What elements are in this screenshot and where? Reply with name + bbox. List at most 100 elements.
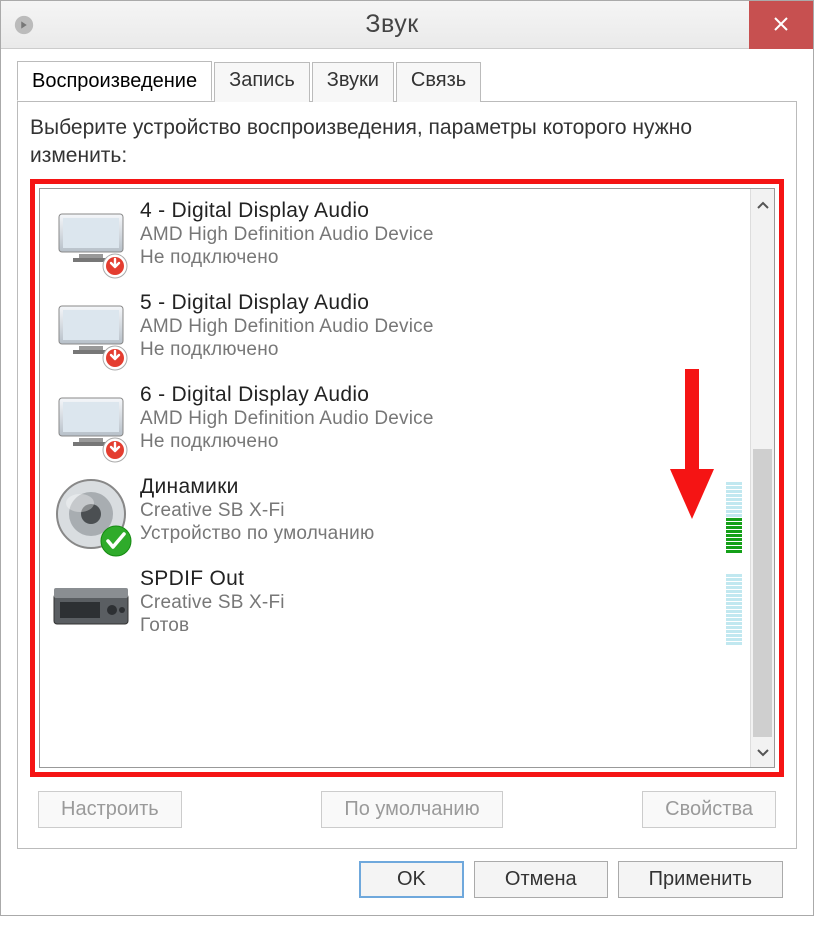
device-driver: Creative SB X-Fi [140,591,720,616]
tab-label: Звуки [327,69,379,91]
device-name: 6 - Digital Display Audio [140,383,744,407]
device-name: 4 - Digital Display Audio [140,199,744,223]
device-driver: Creative SB X-Fi [140,499,720,524]
level-bar [726,618,742,621]
cancel-button[interactable]: Отмена [474,861,608,898]
tab-label: Связь [411,69,466,91]
level-bar [726,546,742,549]
chevron-down-icon [757,744,769,760]
tab-strip: Воспроизведение Запись Звуки Связь [17,61,797,102]
highlight-outline: 4 - Digital Display AudioAMD High Defini… [30,179,784,777]
level-meter [726,567,742,645]
device-list-viewport: 4 - Digital Display AudioAMD High Defini… [40,189,750,767]
level-bar [726,642,742,645]
button-label: OK [397,868,426,890]
level-bar [726,602,742,605]
device-row[interactable]: 4 - Digital Display AudioAMD High Defini… [46,195,744,287]
device-name: Динамики [140,475,720,499]
level-bar [726,482,742,485]
chevron-up-icon [757,196,769,212]
level-bar [726,622,742,625]
scrollbar[interactable] [750,189,774,767]
close-button[interactable] [749,1,813,49]
tab-sounds[interactable]: Звуки [312,62,394,102]
tab-label: Воспроизведение [32,70,197,92]
device-info: SPDIF OutCreative SB X-FiГотов [136,567,720,638]
apply-button[interactable]: Применить [618,861,783,898]
close-icon [773,12,789,38]
level-bar [726,582,742,585]
level-bar [726,610,742,613]
device-row[interactable]: ДинамикиCreative SB X-FiУстройство по ум… [46,471,744,563]
level-bar [726,594,742,597]
button-label: По умолчанию [344,798,479,820]
level-bar [726,574,742,577]
device-status: Устройство по умолчанию [140,523,720,545]
ok-button[interactable]: OK [359,861,464,898]
button-label: Настроить [61,798,159,820]
tab-communications[interactable]: Связь [396,62,481,102]
level-bar [726,550,742,553]
configure-button[interactable]: Настроить [38,791,182,828]
level-bar [726,486,742,489]
dialog-footer: OK Отмена Применить [17,849,797,912]
button-label: Отмена [505,868,577,890]
level-bar [726,638,742,641]
device-driver: AMD High Definition Audio Device [140,407,744,432]
device-row[interactable]: 6 - Digital Display AudioAMD High Defini… [46,379,744,471]
level-bar [726,614,742,617]
level-bar [726,598,742,601]
device-driver: AMD High Definition Audio Device [140,223,744,248]
level-bar [726,502,742,505]
device-info: 6 - Digital Display AudioAMD High Defini… [136,383,744,454]
device-row[interactable]: 5 - Digital Display AudioAMD High Defini… [46,287,744,379]
device-driver: AMD High Definition Audio Device [140,315,744,340]
device-status: Не подключено [140,431,744,453]
content-area: Воспроизведение Запись Звуки Связь Выбер… [1,49,813,928]
tab-label: Запись [229,69,295,91]
sound-dialog: Звук Воспроизведение Запись Звуки Связь … [0,0,814,916]
level-meter [726,475,742,553]
level-bar [726,606,742,609]
level-bar [726,626,742,629]
action-row: Настроить По умолчанию Свойства [30,791,784,832]
level-bar [726,510,742,513]
tab-playback[interactable]: Воспроизведение [17,61,212,101]
device-name: SPDIF Out [140,567,720,591]
monitor-icon [46,383,136,461]
device-status: Не подключено [140,339,744,361]
level-bar [726,578,742,581]
button-label: Применить [649,868,752,890]
device-info: ДинамикиCreative SB X-FiУстройство по ум… [136,475,720,546]
level-bar [726,586,742,589]
level-bar [726,490,742,493]
level-bar [726,506,742,509]
device-info: 4 - Digital Display AudioAMD High Defini… [136,199,744,270]
level-bar [726,530,742,533]
level-bar [726,514,742,517]
device-name: 5 - Digital Display Audio [140,291,744,315]
tab-recording[interactable]: Запись [214,62,310,102]
scroll-down-button[interactable] [751,737,774,767]
speaker-icon [46,475,136,553]
device-status: Готов [140,615,720,637]
scroll-track[interactable] [751,219,774,737]
level-bar [726,494,742,497]
instruction-text: Выберите устройство воспроизведения, пар… [30,114,784,171]
scroll-up-button[interactable] [751,189,774,219]
button-label: Свойства [665,798,753,820]
level-bar [726,542,742,545]
set-default-button[interactable]: По умолчанию [321,791,502,828]
properties-button[interactable]: Свойства [642,791,776,828]
playback-panel: Выберите устройство воспроизведения, пар… [17,102,797,849]
device-row[interactable]: SPDIF OutCreative SB X-FiГотов [46,563,744,655]
level-bar [726,522,742,525]
spdif-icon [46,567,136,645]
app-icon [13,14,35,36]
level-bar [726,538,742,541]
scroll-thumb[interactable] [753,449,772,737]
device-info: 5 - Digital Display AudioAMD High Defini… [136,291,744,362]
level-bar [726,630,742,633]
device-list[interactable]: 4 - Digital Display AudioAMD High Defini… [39,188,775,768]
level-bar [726,534,742,537]
